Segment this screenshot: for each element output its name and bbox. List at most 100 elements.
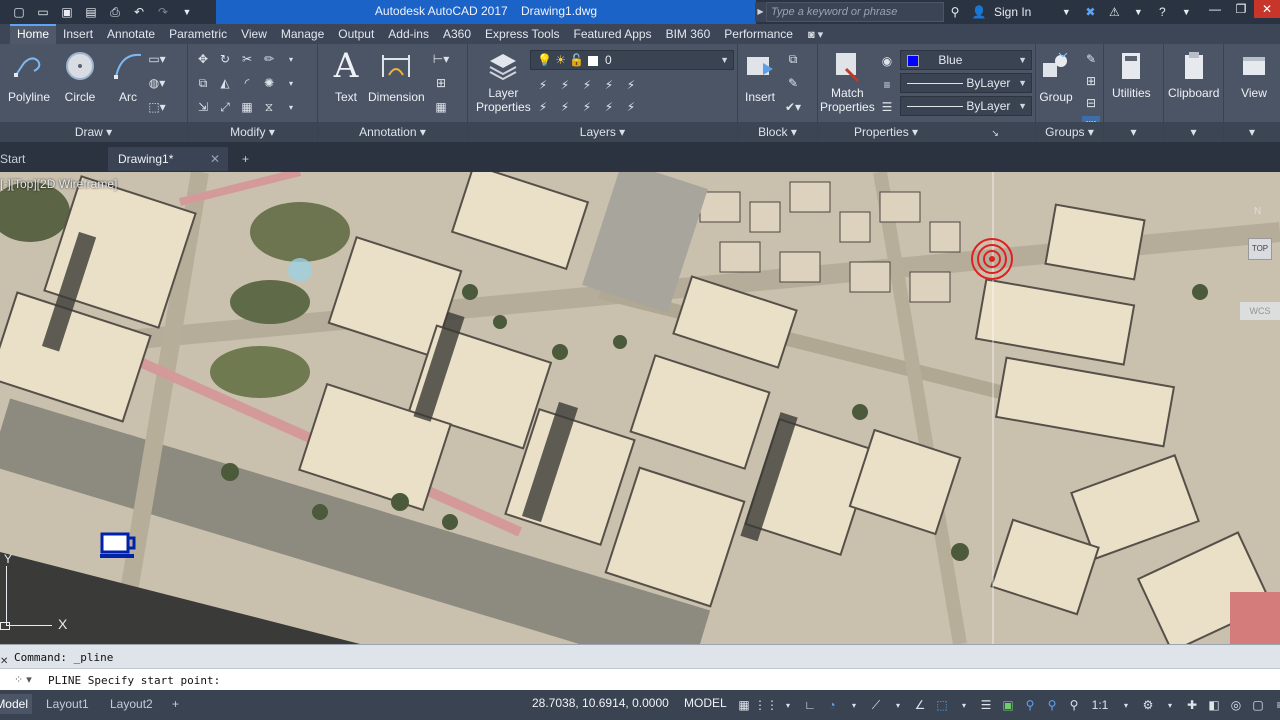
- circle-button[interactable]: Circle: [62, 48, 98, 104]
- modify-dd-2-icon[interactable]: ▾: [282, 74, 300, 92]
- polar-dropdown-icon[interactable]: ▾: [844, 694, 864, 716]
- new-tab-icon[interactable]: +: [236, 147, 260, 171]
- tab-output[interactable]: Output: [331, 24, 381, 44]
- new-file-icon[interactable]: ▢: [8, 1, 30, 23]
- annotation-visibility-icon[interactable]: ⚲: [1020, 694, 1040, 716]
- modify-dd-1-icon[interactable]: ▾: [282, 50, 300, 68]
- arc-button[interactable]: Arc: [110, 48, 146, 104]
- view-button[interactable]: View: [1236, 48, 1272, 100]
- layer-thaw-icon[interactable]: ⚡: [578, 98, 596, 116]
- lineweight-dropdown[interactable]: ByLayer ▼: [900, 96, 1032, 116]
- tab-performance[interactable]: Performance: [717, 24, 800, 44]
- save-as-icon[interactable]: ▤: [80, 1, 102, 23]
- ortho-icon[interactable]: ∟: [800, 694, 820, 716]
- clipboard-expand[interactable]: ▾: [1164, 122, 1223, 142]
- scale-dropdown-icon[interactable]: ▾: [1116, 694, 1136, 716]
- annotation-scale-icon[interactable]: ⚲: [1064, 694, 1084, 716]
- rectangle-icon[interactable]: ▭▾: [148, 50, 166, 68]
- leader-icon[interactable]: ⊢▾: [432, 50, 450, 68]
- table-grid-icon[interactable]: ▦: [432, 98, 450, 116]
- layer-unlock-icon[interactable]: ⚡: [600, 98, 618, 116]
- table-icon[interactable]: ⊞: [432, 74, 450, 92]
- wcs-menu[interactable]: WCS: [1240, 302, 1280, 320]
- undo-icon[interactable]: ↶: [128, 1, 150, 23]
- tab-add-ins[interactable]: Add-ins: [381, 24, 436, 44]
- tab-bim-360[interactable]: BIM 360: [659, 24, 718, 44]
- customization-icon[interactable]: ≡: [1270, 694, 1280, 716]
- help-icon[interactable]: ?: [1153, 3, 1171, 21]
- modify-dd-3-icon[interactable]: ▾: [282, 98, 300, 116]
- tab-a360[interactable]: A360: [436, 24, 478, 44]
- exchange-apps-icon[interactable]: ✖: [1081, 3, 1099, 21]
- trim-icon[interactable]: ✂: [238, 50, 256, 68]
- save-icon[interactable]: ▣: [56, 1, 78, 23]
- move-icon[interactable]: ✥: [194, 50, 212, 68]
- scale-icon[interactable]: ⤢: [216, 98, 234, 116]
- edit-block-icon[interactable]: ✎: [784, 74, 802, 92]
- tab-view[interactable]: View: [234, 24, 274, 44]
- ribbon-minimize-toggle-icon[interactable]: ◙ ▾: [808, 28, 823, 41]
- groups-panel-title[interactable]: Groups ▾: [1036, 122, 1103, 142]
- annotation-scale-value[interactable]: 1:1: [1086, 694, 1114, 716]
- layout2-tab[interactable]: Layout2: [110, 694, 153, 714]
- snap-icon[interactable]: ⋮⋮: [754, 694, 778, 716]
- group-button[interactable]: Group: [1038, 48, 1074, 104]
- color-dropdown[interactable]: Blue ▼: [900, 50, 1032, 70]
- coordinates-readout[interactable]: 28.7038, 10.6914, 0.0000: [532, 696, 669, 710]
- properties-launcher-icon[interactable]: ↘: [991, 128, 999, 138]
- open-folder-icon[interactable]: ▭: [32, 1, 54, 23]
- layer-off-icon[interactable]: ⚡: [534, 76, 552, 94]
- clipboard-button[interactable]: Clipboard: [1168, 48, 1219, 100]
- tab-parametric[interactable]: Parametric: [162, 24, 234, 44]
- properties-panel-title[interactable]: Properties ▾ ↘: [818, 122, 1035, 142]
- model-space-button[interactable]: MODEL: [684, 696, 727, 710]
- transparency-icon[interactable]: ▣: [998, 694, 1018, 716]
- tab-express-tools[interactable]: Express Tools: [478, 24, 566, 44]
- fillet-icon[interactable]: ◜: [238, 74, 256, 92]
- osnap-dropdown-icon[interactable]: ▾: [954, 694, 974, 716]
- qat-dropdown-icon[interactable]: ▼: [176, 1, 198, 23]
- hatch-icon[interactable]: ◍▾: [148, 74, 166, 92]
- offset-icon[interactable]: ⧖: [260, 98, 278, 116]
- layer-unisolate-icon[interactable]: ⚡: [556, 98, 574, 116]
- tab-annotate[interactable]: Annotate: [100, 24, 162, 44]
- mirror-icon[interactable]: ◭: [216, 74, 234, 92]
- command-line[interactable]: ⁘ ▾ PLINE Specify start point:: [0, 668, 1280, 690]
- group-edit-icon[interactable]: ⊞: [1082, 72, 1100, 90]
- region-icon[interactable]: ⬚▾: [148, 98, 166, 116]
- sign-in-dropdown-icon[interactable]: ▼: [1057, 3, 1075, 21]
- grid-icon[interactable]: ▦: [734, 694, 754, 716]
- annotation-panel-title[interactable]: Annotation ▾: [318, 122, 467, 142]
- snap-dropdown-icon[interactable]: ▾: [778, 694, 798, 716]
- workspace-dropdown-icon[interactable]: ▾: [1160, 694, 1180, 716]
- add-layout-icon[interactable]: +: [172, 694, 179, 714]
- match-properties-button[interactable]: Match Properties: [820, 48, 875, 114]
- search-expand-icon[interactable]: ▶: [755, 2, 766, 22]
- layer-on-icon[interactable]: ⚡: [534, 98, 552, 116]
- binoculars-icon[interactable]: ⚲: [946, 3, 964, 21]
- tab-home[interactable]: Home: [10, 24, 57, 44]
- ungroup-icon[interactable]: ✎: [1082, 50, 1100, 68]
- erase-icon[interactable]: ✏: [260, 50, 278, 68]
- layer-dropdown[interactable]: 💡 ☀ 🔓 0 ▼: [530, 50, 734, 70]
- redo-icon[interactable]: ↷: [152, 1, 174, 23]
- minimize-icon[interactable]: —: [1202, 0, 1228, 18]
- create-block-icon[interactable]: ⧉: [784, 50, 802, 68]
- sign-in-link[interactable]: Sign In: [994, 5, 1031, 19]
- drawing1-tab[interactable]: Drawing1* ✕: [108, 147, 228, 171]
- polyline-button[interactable]: Polyline: [8, 48, 50, 104]
- group-selection-icon[interactable]: ⊟: [1082, 94, 1100, 112]
- ucs-icon[interactable]: Y X: [0, 552, 80, 632]
- auto-scale-icon[interactable]: ⚲: [1042, 694, 1062, 716]
- dimension-button[interactable]: Dimension: [368, 48, 425, 104]
- isolate-objects-icon[interactable]: ◧: [1204, 694, 1224, 716]
- insert-button[interactable]: Insert: [742, 48, 778, 104]
- stretch-icon[interactable]: ⇲: [194, 98, 212, 116]
- search-input[interactable]: Type a keyword or phrase: [766, 2, 944, 22]
- close-icon[interactable]: ✕: [1254, 0, 1280, 18]
- command-customize-icon[interactable]: ⁘ ▾: [14, 673, 32, 686]
- isodraft-dropdown-icon[interactable]: ▾: [888, 694, 908, 716]
- clean-screen-icon[interactable]: ▢: [1248, 694, 1268, 716]
- block-panel-title[interactable]: Block ▾: [738, 122, 817, 142]
- tab-manage[interactable]: Manage: [274, 24, 331, 44]
